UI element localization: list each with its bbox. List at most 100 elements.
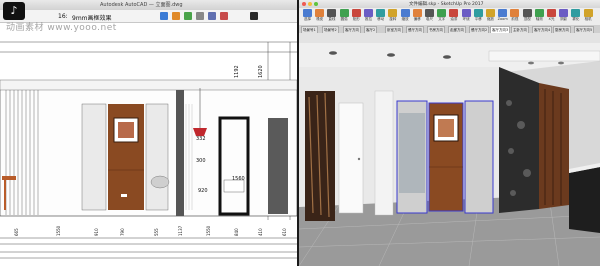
tool-button[interactable]: 油漆 <box>448 9 459 23</box>
glass-panel-right-3d <box>464 100 494 214</box>
tool-label: 雾化 <box>572 17 580 21</box>
tool-button[interactable]: 顶视 <box>522 9 533 23</box>
svg-text:1550: 1550 <box>56 225 61 236</box>
kitchen-counter <box>569 167 600 233</box>
tool-button[interactable]: 阴影 <box>558 9 569 23</box>
cad-pane[interactable]: 332 920 1560 300 1192 1620 665 1550 910 … <box>0 0 297 266</box>
scene-tab[interactable]: 客厅2 <box>364 26 378 33</box>
scene-tab[interactable]: 餐厅方向2 <box>469 26 490 33</box>
scene-tab[interactable]: 客厅方向 <box>343 26 361 33</box>
tool-icon <box>583 9 593 17</box>
tool-button[interactable]: 缩放 <box>485 9 496 23</box>
tool-icon <box>571 9 581 17</box>
tool-button[interactable]: 卷尺 <box>424 9 435 23</box>
properties-icon[interactable] <box>172 12 180 20</box>
window-minimize-icon[interactable] <box>308 2 312 6</box>
sketchup-pane[interactable]: 文件编辑.skp - SketchUp Pro 2017 选择 橡皮 直线 圆弧 矩形 推… <box>299 0 600 266</box>
tool-icon <box>559 9 569 17</box>
close-drawing-icon[interactable] <box>250 12 258 20</box>
downlight-icon <box>558 61 564 65</box>
tool-label: 偏移 <box>413 17 421 21</box>
tool-button[interactable]: 矩形 <box>351 9 362 23</box>
svg-text:1550: 1550 <box>206 225 211 236</box>
svg-text:610: 610 <box>282 228 287 236</box>
column <box>176 90 184 216</box>
tool-button[interactable]: 文字 <box>436 9 447 23</box>
3d-viewport[interactable] <box>299 33 600 266</box>
tool-button[interactable]: 橡皮 <box>314 9 325 23</box>
tool-label: 圆弧 <box>340 17 348 21</box>
tool-button[interactable]: X光 <box>546 9 557 23</box>
tool-button[interactable]: 平移 <box>473 9 484 23</box>
scene-tab[interactable]: 主卧方向 <box>511 26 529 33</box>
command-prefix: 16: <box>58 13 68 20</box>
tool-icon <box>303 9 312 17</box>
tool-label: 轴测 <box>535 17 543 21</box>
tool-button[interactable]: 前视 <box>509 9 520 23</box>
scene-tab[interactable]: 厨房方向 <box>553 26 571 33</box>
cad-drawing[interactable]: 332 920 1560 300 1192 1620 665 1550 910 … <box>0 0 297 266</box>
tool-label: 油漆 <box>450 17 458 21</box>
window-close-icon[interactable] <box>302 2 306 6</box>
tool-button[interactable]: 环绕 <box>461 9 472 23</box>
scene-tab[interactable]: 客厅方向3 <box>490 26 511 33</box>
scene-tab[interactable]: 走廊方向 <box>448 26 466 33</box>
dim-label-3: 1560 <box>232 176 245 182</box>
tool-icon <box>351 9 361 17</box>
window-zoom-icon[interactable] <box>314 2 318 6</box>
tool-icon <box>522 9 532 17</box>
scene-tab[interactable]: 场景号1 <box>301 26 318 33</box>
sketchup-titlebar: 文件编辑.skp - SketchUp Pro 2017 <box>299 0 600 8</box>
tool-icon <box>510 9 520 17</box>
block-icon[interactable] <box>196 12 204 20</box>
tool-icon <box>449 9 459 17</box>
tool-button[interactable]: 缩放 <box>400 9 411 23</box>
tool-icon <box>461 9 471 17</box>
svg-text:410: 410 <box>258 228 263 236</box>
match-icon[interactable] <box>184 12 192 20</box>
tool-label: 矩形 <box>352 17 360 21</box>
tool-button[interactable]: 推拉 <box>363 9 374 23</box>
ceiling-soffit <box>488 50 600 62</box>
dim-label-1: 332 <box>196 136 206 142</box>
tool-button[interactable]: 相机 <box>583 9 594 23</box>
scene-tab[interactable]: 场景号2 <box>322 26 339 33</box>
dimension-icon[interactable] <box>208 12 216 20</box>
glass-panel-right <box>145 103 169 211</box>
sketchup-window-title: 文件编辑.skp - SketchUp Pro 2017 <box>409 2 484 7</box>
tool-button[interactable]: 轴测 <box>534 9 545 23</box>
scene-tab[interactable]: 餐厅方向 <box>406 26 424 33</box>
downlight-icon <box>443 55 451 59</box>
watermark-text: 动画素材 www.yooo.net <box>6 23 117 33</box>
downlight-icon <box>329 51 337 55</box>
tool-icon <box>327 9 337 17</box>
tool-button[interactable]: Zoom <box>497 9 508 23</box>
tool-label: 旋转 <box>389 17 397 21</box>
svg-text:910: 910 <box>94 228 99 236</box>
scene-tab[interactable]: 书房方向 <box>427 26 445 33</box>
wood-cabinet <box>539 83 569 209</box>
tool-button[interactable]: 圆弧 <box>339 9 350 23</box>
tool-button[interactable]: 旋转 <box>387 9 398 23</box>
tool-label: 文字 <box>438 17 446 21</box>
tool-button[interactable]: 雾化 <box>570 9 581 23</box>
svg-text:840: 840 <box>234 228 239 236</box>
desk <box>2 176 16 180</box>
tool-button[interactable]: 移动 <box>375 9 386 23</box>
stone-wall <box>499 67 539 213</box>
hatch-icon[interactable] <box>220 12 228 20</box>
armchair <box>150 175 170 189</box>
tool-icon <box>486 9 495 17</box>
dim-label-4: 300 <box>196 158 206 164</box>
tool-button[interactable]: 偏移 <box>412 9 423 23</box>
layer-icon[interactable] <box>160 12 168 20</box>
sketchup-toolbar: 选择 橡皮 直线 圆弧 矩形 推拉 移动 旋转 缩放 偏移 卷尺 文字 油漆 环绕 平移 缩放 Zoom 前视 顶视… <box>299 8 600 26</box>
tool-icon <box>400 9 410 17</box>
scene-tab[interactable]: 客厅方向4 <box>532 26 553 33</box>
tool-button[interactable]: 选择 <box>302 9 313 23</box>
tool-label: 阴影 <box>560 17 568 21</box>
tool-icon <box>547 9 556 17</box>
tool-button[interactable]: 直线 <box>326 9 337 23</box>
scene-tab[interactable]: 客厅方向5 <box>574 26 595 33</box>
scene-tab[interactable]: 卧室方向 <box>385 26 403 33</box>
